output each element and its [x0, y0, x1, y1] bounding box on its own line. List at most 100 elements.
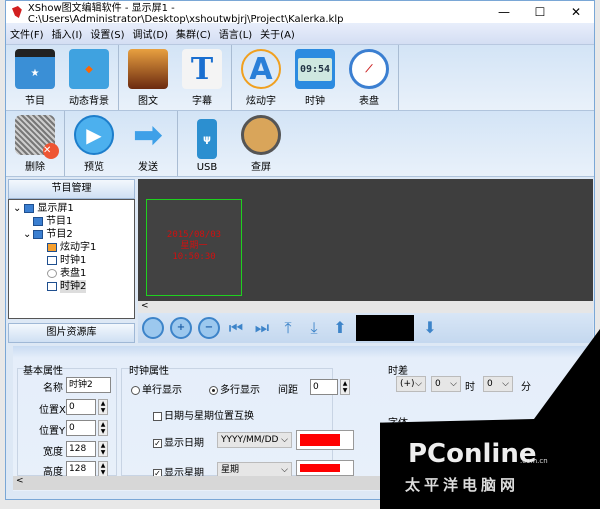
spacing-label: 间距	[278, 385, 298, 396]
menu-file[interactable]: 文件(F)	[10, 26, 44, 41]
digital-clock-icon	[47, 282, 57, 291]
clock-button[interactable]: 09:54 时钟	[288, 45, 342, 110]
check-screen-label: 查屏	[251, 162, 271, 173]
close-button[interactable]: ✕	[558, 5, 594, 19]
clock-preview-box[interactable]: 2015/08/03 星期一 10:50:30	[146, 199, 242, 296]
clapper-icon: ★	[15, 49, 55, 89]
scroll-left-arrow[interactable]: <	[16, 476, 24, 486]
dynamic-background-button[interactable]: ◆ 动态背景	[62, 45, 116, 110]
watermark-cn: 太平洋电脑网	[405, 476, 520, 494]
tree-item-program2[interactable]: ⌄ 节目2	[13, 228, 130, 241]
x-input[interactable]: 0	[66, 399, 96, 415]
time-diff-hours-select[interactable]: 0	[431, 376, 461, 392]
align-top-icon[interactable]: ⤒	[278, 318, 298, 338]
tree-label: 显示屏1	[37, 203, 74, 214]
y-label: 位置Y	[39, 426, 66, 437]
send-button[interactable]: ➡ 发送	[121, 111, 175, 176]
image-text-button[interactable]: 图文	[121, 45, 175, 110]
first-icon[interactable]: ⏮	[226, 318, 246, 338]
animated-text-button[interactable]: A 炫动字	[234, 45, 288, 110]
digital-clock-icon: 09:54	[297, 57, 333, 81]
digital-clock-icon	[47, 256, 57, 265]
watermark-brand: PConline	[408, 439, 537, 469]
fish-icon: ◆	[69, 49, 109, 89]
animated-text-label: 炫动字	[246, 96, 276, 107]
window-title: XShow图文编辑软件 - 显示屏1 - C:\Users\Administra…	[27, 3, 344, 25]
menu-settings[interactable]: 设置(S)	[90, 26, 124, 41]
preview-canvas[interactable]: 2015/08/03 星期一 10:50:30 <	[138, 179, 593, 313]
multi-line-radio[interactable]: 多行显示	[209, 381, 260, 396]
y-spinner[interactable]: ▲ ▼	[98, 420, 108, 436]
time-diff-sign-select[interactable]: (+)	[396, 376, 426, 392]
tree-item-clock1[interactable]: 时钟1	[13, 254, 130, 267]
basic-props-legend: 基本属性	[23, 366, 63, 377]
time-diff-minutes-select[interactable]: 0	[483, 376, 513, 392]
check-screen-button[interactable]: 查屏	[234, 111, 288, 176]
preview-date: 2015/08/03	[166, 230, 222, 240]
preview-horizontal-scrollbar[interactable]: <	[138, 301, 593, 313]
maximize-button[interactable]: ☐	[522, 5, 558, 19]
move-up-icon[interactable]: ⬆	[330, 318, 350, 338]
menu-language[interactable]: 语言(L)	[219, 26, 252, 41]
menu-debug[interactable]: 调试(D)	[132, 26, 168, 41]
move-down-icon[interactable]: ⬇	[420, 318, 440, 338]
height-spinner[interactable]: ▲ ▼	[98, 461, 108, 477]
tree-label: 节目1	[46, 216, 73, 227]
delete-button[interactable]: ✕ 删除	[8, 111, 62, 176]
single-line-label: 单行显示	[142, 385, 182, 396]
swap-date-week-checkbox[interactable]: 日期与星期位置互换	[153, 407, 254, 422]
clock-props-legend: 时钟属性	[129, 366, 169, 377]
menu-insert[interactable]: 插入(I)	[52, 26, 83, 41]
image-library-header[interactable]: 图片资源库	[8, 323, 135, 343]
align-bottom-icon[interactable]: ⤓	[304, 318, 324, 338]
width-input[interactable]: 128	[66, 441, 96, 457]
spacing-spinner[interactable]: ▲ ▼	[340, 379, 350, 395]
preview-weekday: 星期一	[180, 241, 208, 251]
menu-bar: 文件(F) 插入(I) 设置(S) 调试(D) 集群(C) 语言(L) 关于(A…	[6, 23, 594, 45]
time-diff-legend: 时差	[388, 366, 408, 377]
date-color-picker[interactable]	[296, 430, 354, 450]
x-spinner[interactable]: ▲ ▼	[98, 399, 108, 415]
delete-label: 删除	[25, 162, 45, 173]
scroll-left-arrow[interactable]: <	[141, 301, 149, 311]
program-button[interactable]: ★ 节目	[8, 45, 62, 110]
tree-item-dial1[interactable]: 表盘1	[13, 267, 130, 280]
play-icon: ▶	[74, 115, 114, 155]
tree-item-program1[interactable]: 节目1	[13, 215, 130, 228]
menu-cluster[interactable]: 集群(C)	[176, 26, 211, 41]
tree-item-screen1[interactable]: ⌄ 显示屏1	[13, 202, 130, 215]
clock-label: 时钟	[305, 96, 325, 107]
tree-item-clock2[interactable]: 时钟2	[13, 280, 130, 293]
zoom-fit-icon[interactable]	[142, 317, 164, 339]
app-logo-icon	[12, 6, 22, 18]
name-input[interactable]: 时钟2	[66, 377, 111, 393]
preview-button[interactable]: ▶ 预览	[67, 111, 121, 176]
usb-button[interactable]: ψ USB	[180, 111, 234, 176]
show-date-checkbox[interactable]: ✓ 显示日期	[153, 434, 204, 449]
subtitle-button[interactable]: T 字幕	[175, 45, 229, 110]
title-bar: XShow图文编辑软件 - 显示屏1 - C:\Users\Administra…	[6, 1, 594, 25]
magnifier-icon	[241, 115, 281, 155]
subtitle-label: 字幕	[192, 96, 212, 107]
menu-about[interactable]: 关于(A)	[260, 26, 295, 41]
program-management-header[interactable]: 节目管理	[8, 179, 135, 199]
text-t-icon: T	[182, 49, 222, 89]
spacing-input[interactable]: 0	[310, 379, 338, 395]
usb-label: USB	[196, 162, 218, 173]
minimize-button[interactable]: —	[486, 5, 522, 19]
height-input[interactable]: 128	[66, 461, 96, 477]
y-input[interactable]: 0	[66, 420, 96, 436]
last-icon[interactable]: ⏭	[252, 318, 272, 338]
zoom-in-icon[interactable]: +	[170, 317, 192, 339]
tree-item-animated-text1[interactable]: 炫动字1	[13, 241, 130, 254]
preview-label: 预览	[84, 162, 104, 173]
week-color-picker[interactable]	[296, 460, 354, 476]
single-line-radio[interactable]: 单行显示	[131, 381, 182, 396]
date-format-select[interactable]: YYYY/MM/DD	[217, 432, 292, 448]
dial-button[interactable]: ⟋ 表盘	[342, 45, 396, 110]
zoom-out-icon[interactable]: −	[198, 317, 220, 339]
preview-toolbar: + − ⏮ ⏭ ⤒ ⤓ ⬆ ⬇	[138, 313, 593, 343]
dial-label: 表盘	[359, 96, 379, 107]
action-toolbar: ✕ 删除 ▶ 预览 ➡ 发送 ψ USB 查屏	[6, 111, 594, 177]
width-spinner[interactable]: ▲ ▼	[98, 441, 108, 457]
